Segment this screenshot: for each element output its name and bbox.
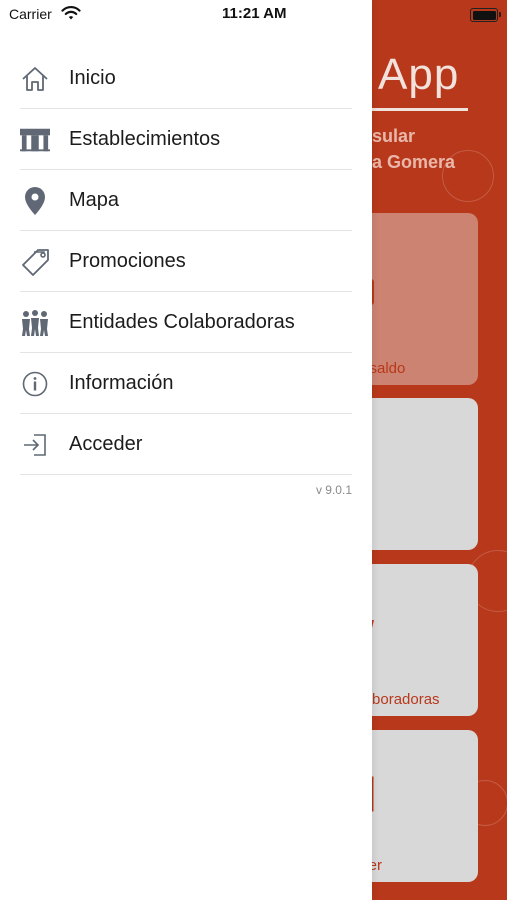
card-partners[interactable]: olaboradoras [372,564,478,716]
login-icon [20,430,50,460]
card-partners-label: olaboradoras [372,691,440,708]
menu-item-establecimientos[interactable]: Establecimientos [0,109,372,170]
people-icon [20,308,50,338]
app-subtitle-line2: a Gomera [372,152,456,172]
background-app: App sular a Gomera ar saldo pa olaborado… [372,0,507,900]
storefront-icon [20,125,50,155]
card-map[interactable]: pa [372,398,478,550]
app-title-fragment: App [378,50,460,99]
divider [20,474,352,475]
menu-item-mapa[interactable]: Mapa [0,170,372,231]
menu-item-informacion[interactable]: Información [0,353,372,414]
app-subtitle-line1: sular [372,126,416,146]
menu-item-label: Acceder [69,433,143,455]
card-balance-label: ar saldo [372,360,406,377]
clock-time: 11:21 AM [222,5,287,22]
menu-item-label: Establecimientos [69,128,221,150]
map-pin-icon [20,186,50,216]
menu-item-acceder[interactable]: Acceder [0,414,372,475]
card-balance[interactable]: ar saldo [372,213,478,385]
battery-icon [470,8,501,22]
app-version: v 9.0.1 [315,483,352,497]
home-icon [20,64,50,94]
card-login[interactable]: eder [372,730,478,882]
menu-item-label: Promociones [69,250,186,272]
side-drawer: Inicio Establecimientos Mapa Promociones [0,0,372,900]
status-bar: Carrier 11:21 AM [0,0,507,30]
card-login-label: eder [372,857,383,874]
login-icon [372,774,376,819]
menu-item-label: Entidades Colaboradoras [69,311,295,333]
tag-icon [20,247,50,277]
people-icon [372,604,378,657]
drawer-menu: Inicio Establecimientos Mapa Promociones [0,48,372,475]
menu-item-label: Inicio [69,67,116,89]
menu-item-label: Mapa [69,189,120,211]
battery-level [472,10,496,20]
info-icon [20,369,50,399]
wifi-icon [61,5,81,26]
menu-item-promociones[interactable]: Promociones [0,231,372,292]
carrier-label: Carrier [9,6,52,22]
menu-item-inicio[interactable]: Inicio [0,48,372,109]
wallet-icon [372,275,378,314]
menu-item-label: Información [69,372,174,394]
menu-item-entidades-colaboradoras[interactable]: Entidades Colaboradoras [0,292,372,353]
title-underline [372,108,468,111]
